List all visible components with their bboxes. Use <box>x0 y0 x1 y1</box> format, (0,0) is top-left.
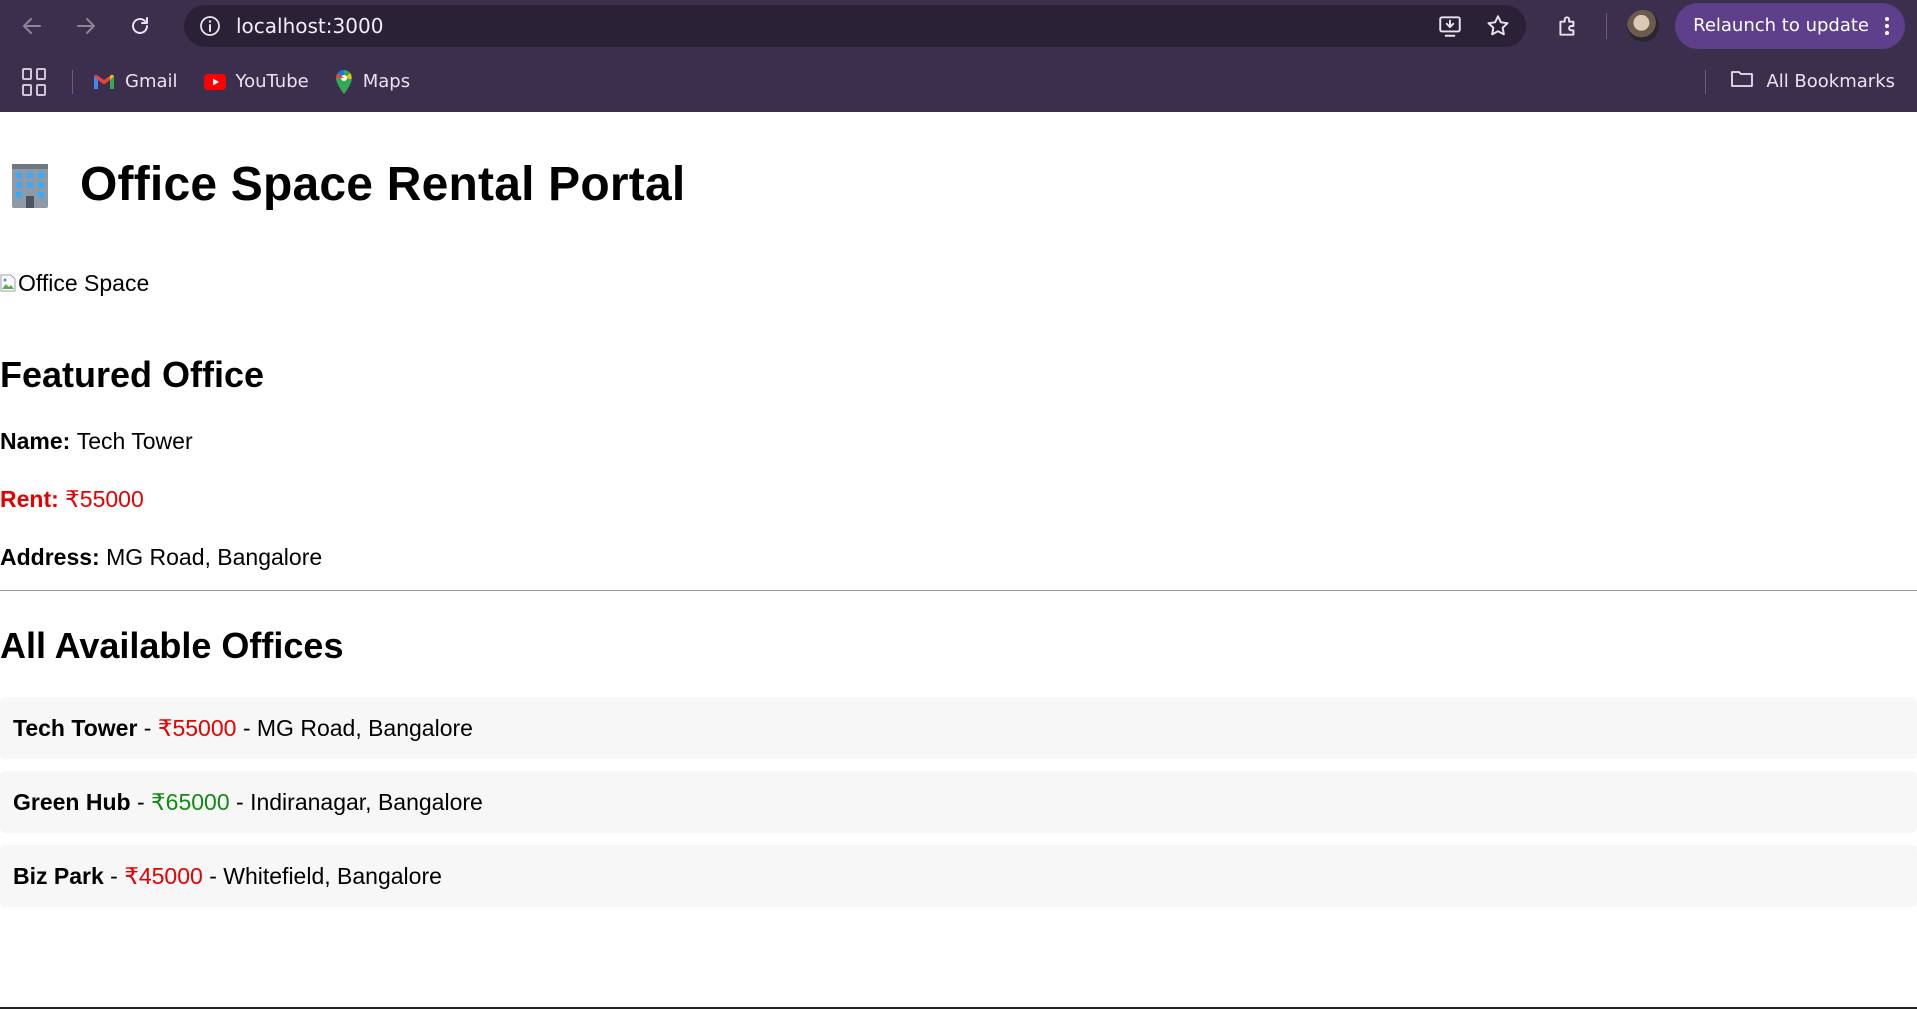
rent-value: ₹55000 <box>65 486 144 512</box>
bookmark-gmail[interactable]: Gmail <box>93 71 178 92</box>
forward-button[interactable] <box>66 6 106 46</box>
rent-label: Rent: <box>0 486 66 512</box>
separator: - <box>236 714 257 741</box>
star-icon <box>1487 14 1509 35</box>
bookmark-maps[interactable]: Maps <box>335 69 411 94</box>
address-url[interactable]: localhost:3000 <box>236 14 383 38</box>
name-value: Tech Tower <box>76 428 193 454</box>
reload-button[interactable] <box>120 6 160 46</box>
site-info-icon[interactable] <box>198 14 222 38</box>
maps-icon <box>335 69 353 94</box>
relaunch-button[interactable]: Relaunch to update <box>1675 2 1905 49</box>
office-name: Green Hub <box>13 788 131 815</box>
separator: - <box>202 862 224 889</box>
apps-grid-icon[interactable] <box>22 67 50 96</box>
bookmark-star-button[interactable] <box>1484 12 1512 40</box>
forward-arrow-icon <box>77 17 95 34</box>
separator: - <box>137 714 158 741</box>
separator: - <box>229 788 251 815</box>
broken-image-icon <box>0 274 16 292</box>
office-address: Indiranagar, Bangalore <box>250 788 483 815</box>
office-name: Tech Tower <box>13 714 138 741</box>
all-bookmarks-label: All Bookmarks <box>1766 71 1895 92</box>
install-app-icon <box>1439 15 1461 37</box>
image-alt-text: Office Space <box>18 269 150 296</box>
relaunch-label: Relaunch to update <box>1693 15 1869 36</box>
bookmarks-bar: Gmail YouTube Maps All Bookmarks <box>0 51 1917 112</box>
back-arrow-icon <box>23 17 41 34</box>
profile-avatar[interactable] <box>1627 9 1660 42</box>
featured-office-section: Featured Office Name: Tech Tower Rent: ₹… <box>0 354 1917 570</box>
back-button[interactable] <box>12 6 52 46</box>
list-item: Tech Tower - ₹55000 - MG Road, Bangalore <box>0 697 1917 759</box>
all-offices-heading: All Available Offices <box>0 625 344 666</box>
featured-address: Address: MG Road, Bangalore <box>0 544 1917 570</box>
bookmark-label: Maps <box>362 71 411 92</box>
office-address: MG Road, Bangalore <box>256 714 473 741</box>
address-bar[interactable]: localhost:3000 <box>184 4 1527 47</box>
folder-icon <box>1730 69 1754 94</box>
toolbar-right: Relaunch to update <box>1540 2 1905 49</box>
all-offices-section: All Available Offices Tech Tower - ₹5500… <box>0 625 1917 907</box>
separator: - <box>130 788 152 815</box>
youtube-icon <box>203 73 226 90</box>
office-price: ₹45000 <box>124 862 203 889</box>
featured-rent: Rent: ₹55000 <box>0 486 1917 512</box>
install-app-button[interactable] <box>1436 12 1464 40</box>
page-content: Office Space Rental Portal Office Space … <box>0 154 1917 907</box>
browser-chrome: localhost:3000 Relaunch to update Gmail … <box>0 0 1917 112</box>
office-address: Whitefield, Bangalore <box>223 862 442 889</box>
office-price: ₹55000 <box>157 714 237 741</box>
list-item: Biz Park - ₹45000 - Whitefield, Bangalor… <box>0 845 1917 907</box>
page-title: Office Space Rental Portal <box>80 157 686 211</box>
page-header: Office Space Rental Portal <box>0 154 1917 214</box>
browser-toolbar: localhost:3000 Relaunch to update <box>0 0 1917 51</box>
address-label: Address: <box>0 544 107 570</box>
office-building-icon <box>12 164 48 208</box>
more-menu-icon[interactable] <box>1885 16 1889 35</box>
office-image: Office Space <box>0 268 1917 298</box>
separator: - <box>103 862 125 889</box>
office-list: Tech Tower - ₹55000 - MG Road, Bangalore… <box>0 697 1917 907</box>
office-price: ₹65000 <box>151 788 230 815</box>
bookmark-label: YouTube <box>235 71 309 92</box>
bookmark-label: Gmail <box>125 71 178 92</box>
section-divider <box>0 590 1917 591</box>
gmail-icon <box>93 73 115 91</box>
all-bookmarks-button[interactable]: All Bookmarks <box>1705 69 1895 94</box>
reload-icon <box>132 16 148 34</box>
featured-name: Name: Tech Tower <box>0 428 1917 454</box>
featured-heading: Featured Office <box>0 354 265 395</box>
puzzle-icon <box>1559 15 1575 36</box>
name-label: Name: <box>0 428 77 454</box>
address-value: MG Road, Bangalore <box>106 544 323 570</box>
list-item: Green Hub - ₹65000 - Indiranagar, Bangal… <box>0 771 1917 833</box>
office-name: Biz Park <box>13 862 104 889</box>
bookmark-youtube[interactable]: YouTube <box>203 71 309 92</box>
extensions-button[interactable] <box>1550 8 1586 44</box>
